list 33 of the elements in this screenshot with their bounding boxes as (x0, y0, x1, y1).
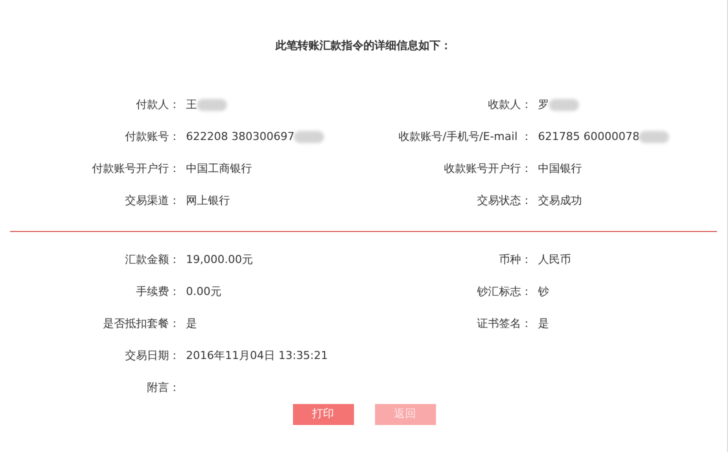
field-label: 证书签名： (476, 316, 532, 332)
field-label: 收款人： (487, 96, 532, 112)
field-value: 罗 (538, 96, 549, 112)
print-button[interactable]: 打印 (292, 404, 354, 424)
field-value: 交易成功 (538, 192, 582, 208)
field-value: 人民币 (538, 252, 571, 268)
field-label: 收款账号/手机号/E-mail ： (398, 128, 532, 144)
field-value: 中国工商银行 (186, 160, 252, 176)
field-value: 中国银行 (538, 160, 582, 176)
field-label: 付款账号开户行： (91, 160, 180, 176)
field-label: 附言： (146, 380, 180, 396)
field-value: 钞 (538, 284, 549, 300)
page-title: 此笔转账汇款指令的详细信息如下： (274, 38, 452, 54)
field-value: 621785 60000078 (538, 128, 640, 144)
field-value: 2016年11月04日 13:35:21 (186, 348, 328, 364)
field-value: 王 (186, 96, 197, 112)
field-value: 19,000.00元 (186, 252, 253, 268)
field-label: 钞汇标志： (476, 284, 532, 300)
field-label: 交易日期： (124, 348, 180, 364)
field-label: 是否抵扣套餐： (102, 316, 180, 332)
field-label: 收款账号开户行： (443, 160, 532, 176)
field-value: 网上银行 (186, 192, 230, 208)
field-label: 付款人： (135, 96, 180, 112)
field-label: 交易状态： (476, 192, 532, 208)
field-label: 交易渠道： (124, 192, 180, 208)
field-label: 付款账号： (124, 128, 180, 144)
field-value: 是 (538, 316, 549, 332)
field-value: 622208 380300697 (186, 128, 294, 144)
field-value: 0.00元 (186, 284, 222, 300)
field-label: 币种： (498, 252, 532, 268)
field-label: 汇款金额： (124, 252, 180, 268)
field-label: 手续费： (135, 284, 180, 300)
field-value: 是 (186, 316, 197, 332)
